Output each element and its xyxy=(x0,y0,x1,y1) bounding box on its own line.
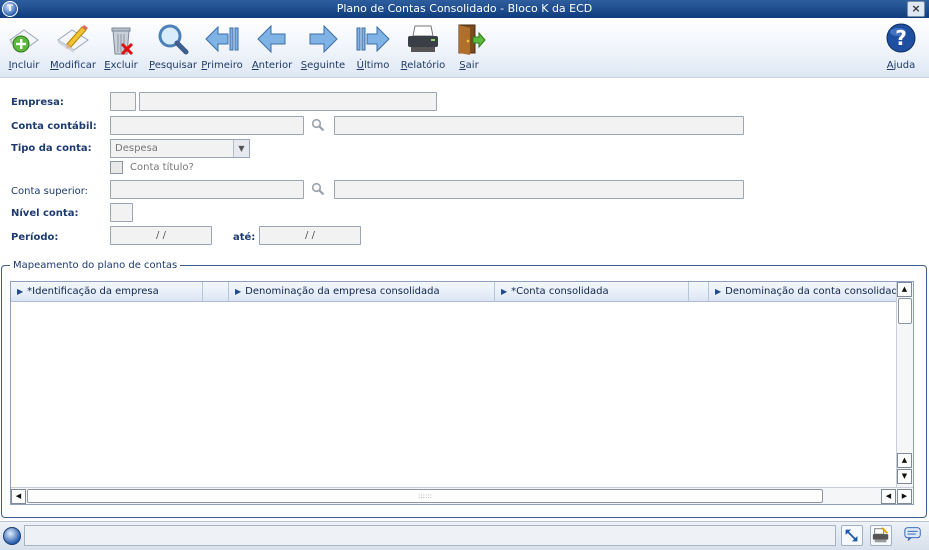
next-icon xyxy=(309,24,338,54)
scroll-left-icon[interactable]: ◀ xyxy=(11,489,26,504)
printer-settings-icon[interactable] xyxy=(870,525,892,546)
tipo-conta-value: Despesa xyxy=(115,143,158,154)
search-label: Pesquisar xyxy=(149,60,197,71)
include-button[interactable]: Incluir xyxy=(0,22,48,78)
conta-contabil-label: Conta contábil: xyxy=(11,121,97,132)
scroll-right-icon[interactable]: ▶ xyxy=(897,489,912,504)
conta-contabil-lookup-icon[interactable] xyxy=(311,118,325,132)
horizontal-scrollbar[interactable]: ◀ :::::: ◀ ▶ xyxy=(11,487,913,504)
help-icon: ? xyxy=(886,23,916,53)
delete-button[interactable]: Excluir xyxy=(97,22,145,78)
periodo-fim-field[interactable]: / / xyxy=(259,226,361,245)
nivel-conta-label: Nível conta: xyxy=(11,208,79,219)
exit-label: Sair xyxy=(459,60,479,71)
column-header-identificacao[interactable]: ▶ *Identificação da empresa xyxy=(11,282,203,302)
mapping-group-title: Mapeamento do plano de contas xyxy=(10,260,181,271)
conta-contabil-desc-field[interactable] xyxy=(334,116,744,135)
modify-button[interactable]: Modificar xyxy=(49,22,97,78)
help-label: Ajuda xyxy=(886,60,916,71)
conta-superior-field[interactable] xyxy=(110,180,304,199)
modify-icon xyxy=(57,25,89,53)
column-spacer xyxy=(689,282,709,302)
modify-label: Modificar xyxy=(50,60,96,71)
status-bar xyxy=(0,521,929,550)
help-button[interactable]: ? Ajuda xyxy=(877,22,925,78)
resize-arrows-icon[interactable] xyxy=(841,525,863,546)
empresa-label: Empresa: xyxy=(11,97,64,108)
exit-door-icon xyxy=(458,24,486,55)
column-arrow-icon: ▶ xyxy=(715,287,722,296)
last-label: Último xyxy=(356,60,390,71)
horizontal-scroll-thumb[interactable]: :::::: xyxy=(27,489,823,503)
scroll-up-icon[interactable]: ▲ xyxy=(897,453,912,468)
title-bar: T Plano de Contas Consolidado - Bloco K … xyxy=(0,0,929,18)
first-icon xyxy=(205,25,239,53)
delete-icon xyxy=(111,27,134,56)
conta-titulo-label: Conta título? xyxy=(130,162,194,173)
grid-header: ▶ *Identificação da empresa ▶ Denominação … xyxy=(11,282,897,302)
column-spacer xyxy=(203,282,229,302)
scroll-up-icon[interactable]: ▲ xyxy=(897,282,912,297)
empresa-code-field[interactable] xyxy=(110,92,136,111)
report-label: Relatório xyxy=(400,60,446,71)
periodo-label: Período: xyxy=(11,232,59,243)
previous-label: Anterior xyxy=(251,60,293,71)
nivel-conta-field[interactable] xyxy=(110,203,133,222)
column-header-conta-consolidada[interactable]: ▶ *Conta consolidada xyxy=(495,282,689,302)
conta-superior-lookup-icon[interactable] xyxy=(311,182,325,196)
previous-button[interactable]: Anterior xyxy=(248,22,296,78)
vertical-scroll-thumb[interactable] xyxy=(898,298,912,324)
conta-superior-label: Conta superior: xyxy=(11,186,89,197)
toolbar: Incluir Modificar Excluir Pesquisar Prim… xyxy=(0,18,929,78)
ate-label: até: xyxy=(233,232,256,243)
conta-contabil-field[interactable] xyxy=(110,116,304,135)
next-label: Seguinte xyxy=(300,60,346,71)
empresa-name-field[interactable] xyxy=(139,92,437,111)
next-button[interactable]: Seguinte xyxy=(299,22,347,78)
column-arrow-icon: ▶ xyxy=(501,287,508,296)
mapping-grid[interactable]: ▶ *Identificação da empresa ▶ Denominação … xyxy=(10,281,914,505)
include-label: Incluir xyxy=(8,60,40,71)
first-button[interactable]: Primeiro xyxy=(198,22,246,78)
last-button[interactable]: Último xyxy=(349,22,397,78)
include-icon xyxy=(9,29,39,53)
conta-superior-desc-field[interactable] xyxy=(334,180,744,199)
exit-button[interactable]: Sair xyxy=(445,22,493,78)
status-orb-icon[interactable] xyxy=(3,527,21,545)
close-button[interactable]: × xyxy=(907,1,925,17)
report-button[interactable]: Relatório xyxy=(399,22,447,78)
search-icon xyxy=(158,24,189,55)
scroll-left-icon[interactable]: ◀ xyxy=(881,489,896,504)
column-header-denominacao-empresa[interactable]: ▶ Denominação da empresa consolidada xyxy=(229,282,495,302)
window-title: Plano de Contas Consolidado - Bloco K da… xyxy=(336,2,593,15)
app-logo-icon: T xyxy=(2,1,18,17)
delete-label: Excluir xyxy=(104,60,138,71)
status-message-field xyxy=(24,525,836,546)
vertical-scrollbar[interactable]: ▲ ▲ ▼ xyxy=(896,282,913,488)
previous-icon xyxy=(257,24,286,54)
chevron-down-icon[interactable]: ▼ xyxy=(233,140,249,157)
scroll-down-icon[interactable]: ▼ xyxy=(897,469,912,484)
svg-text:?: ? xyxy=(895,26,907,50)
last-icon xyxy=(356,25,390,53)
tipo-conta-label: Tipo da conta: xyxy=(11,143,92,154)
column-arrow-icon: ▶ xyxy=(17,287,24,296)
message-balloon-icon[interactable] xyxy=(903,525,925,546)
search-button[interactable]: Pesquisar xyxy=(149,22,197,78)
tipo-conta-select[interactable]: Despesa ▼ xyxy=(110,139,250,158)
periodo-inicio-field[interactable]: / / xyxy=(110,226,212,245)
column-arrow-icon: ▶ xyxy=(235,287,242,296)
conta-titulo-checkbox[interactable] xyxy=(110,161,123,174)
first-label: Primeiro xyxy=(201,60,243,71)
printer-icon xyxy=(408,25,438,52)
column-header-denominacao-conta[interactable]: ▶ Denominação da conta consolidada xyxy=(709,282,897,302)
